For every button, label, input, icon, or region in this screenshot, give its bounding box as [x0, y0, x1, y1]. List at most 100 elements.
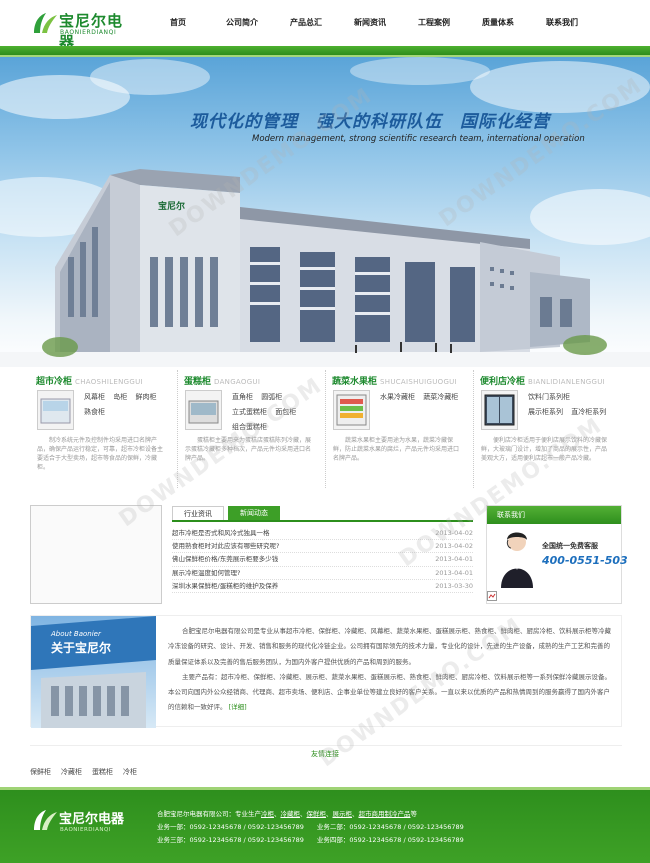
category-link[interactable]: 熟食柜: [84, 407, 105, 417]
category-link[interactable]: 饮料门系列柜: [528, 392, 570, 402]
about-heading-cn[interactable]: 关于宝尼尔: [51, 639, 111, 656]
news-date: 2013-04-01: [435, 568, 473, 577]
factory-building-image: 宝尼尔: [0, 169, 650, 367]
list-item[interactable]: 佛山保鲜柜价格/东莞展示柜要多少钱 2013-04-01: [172, 553, 473, 567]
footer-link[interactable]: 冷柜: [261, 810, 274, 818]
list-item[interactable]: 超市冷柜是否式和风冷式独具一格 2013-04-02: [172, 527, 473, 541]
news-title[interactable]: 深圳水果保鲜柜/蛋糕柜的维护及保养: [172, 580, 278, 592]
news-date: 2013-04-01: [435, 555, 473, 564]
friend-link[interactable]: 蛋糕柜: [92, 767, 113, 777]
divider: [30, 745, 622, 746]
category-cake: 蛋糕柜 DANGAOGUI 直角柜 圆弧柜 立式蛋糕柜 面包柜 组合蛋糕柜 蛋糕柜…: [178, 370, 326, 488]
site-logo[interactable]: 宝尼尔电器 BAONIERDIANQI: [32, 9, 137, 51]
glass-door-cabinet-icon: [484, 394, 515, 426]
category-image[interactable]: [481, 390, 518, 430]
leaf-logo-icon: [34, 810, 57, 830]
category-link[interactable]: 展示柜系列: [528, 407, 563, 417]
about-heading: About Baonier 关于宝尼尔: [31, 630, 156, 662]
category-description: 便利店冷柜适用于便利店展示饮料的冷藏保鲜，大玻璃门设计，增加了商品的展示性，产品…: [481, 437, 608, 462]
category-links: 水果冷藏柜 蔬菜冷藏柜: [380, 392, 470, 407]
about-section: About Baonier 关于宝尼尔 合肥宝尼尔电器有限公司是专业从事超市冷柜…: [30, 615, 622, 728]
category-title[interactable]: 蛋糕柜 DANGAOGUI: [184, 374, 319, 387]
news-tabs: 行业资讯 新闻动态: [172, 506, 473, 522]
category-image[interactable]: [37, 390, 74, 430]
category-links: 饮料门系列柜 展示柜系列 直冷柜系列: [528, 392, 618, 422]
friend-link[interactable]: 冷藏柜: [61, 767, 82, 777]
customer-service-agent-image: [501, 532, 533, 588]
category-link[interactable]: 岛柜: [113, 392, 127, 402]
footer-logo-subtext: BAONIERDIANQI: [60, 827, 111, 833]
footer-link[interactable]: 保鲜柜: [307, 810, 327, 818]
category-link[interactable]: 立式蛋糕柜: [232, 407, 267, 417]
nav-about[interactable]: 公司简介: [210, 17, 274, 28]
category-fruit-veg: 蔬菜水果柜 SHUCAISHUIGUOGUI 水果冷藏柜 蔬菜冷藏柜 蔬菜水果柜主…: [326, 370, 474, 488]
footer-link[interactable]: 超市商用制冷产品: [359, 810, 411, 818]
product-categories: 超市冷柜 CHAOSHILENGGUI 风幕柜 岛柜 鲜肉柜 熟食柜 制冷系统元件…: [30, 370, 622, 488]
category-link[interactable]: 组合蛋糕柜: [232, 422, 267, 432]
nav-contact[interactable]: 联系我们: [530, 17, 594, 28]
banner-slogan-en: Modern management, strong scientific res…: [252, 134, 585, 144]
category-title[interactable]: 蔬菜水果柜 SHUCAISHUIGUOGUI: [332, 374, 467, 387]
logo-subtext: BAONIERDIANQI: [60, 29, 117, 36]
banner-slogan: 现代化的管理 强大的科研队伍 国际化经营: [190, 112, 550, 132]
category-link[interactable]: 水果冷藏柜: [380, 392, 415, 402]
contact-box: 联系我们 全国统一免费客服 400-0551-503: [486, 505, 628, 604]
tab-company-news[interactable]: 新闻动态: [228, 506, 280, 520]
footer-link[interactable]: 冷藏柜: [281, 810, 301, 818]
broken-image-icon: [487, 591, 497, 601]
news-title[interactable]: 佛山保鲜柜价格/东莞展示柜要多少钱: [172, 553, 278, 565]
nav-quality[interactable]: 质量体系: [466, 17, 530, 28]
friend-link[interactable]: 冷柜: [123, 767, 137, 777]
category-link[interactable]: 面包柜: [275, 407, 296, 417]
category-supermarket: 超市冷柜 CHAOSHILENGGUI 风幕柜 岛柜 鲜肉柜 熟食柜 制冷系统元件…: [30, 370, 178, 488]
fruit-cabinet-icon: [336, 394, 367, 426]
category-title[interactable]: 便利店冷柜 BIANLIDIANLENGGUI: [480, 374, 616, 387]
category-link[interactable]: 风幕柜: [84, 392, 105, 402]
footer-line-1: 合肥宝尼尔电器有限公司：专业生产冷柜、冷藏柜、保鲜柜、展示柜、超市商用制冷产品等: [157, 810, 417, 818]
site-footer: 宝尼尔电器 BAONIERDIANQI 合肥宝尼尔电器有限公司：专业生产冷柜、冷…: [0, 787, 650, 863]
news-date: 2013-04-02: [435, 529, 473, 537]
nav-products[interactable]: 产品总汇: [274, 17, 338, 28]
category-links: 直角柜 圆弧柜 立式蛋糕柜 面包柜 组合蛋糕柜: [232, 392, 322, 437]
main-nav: 首页 公司简介 产品总汇 新闻资讯 工程案例 质量体系 联系我们: [146, 17, 594, 28]
friend-links: 保鲜柜 冷藏柜 蛋糕柜 冷柜: [30, 767, 147, 777]
list-item[interactable]: 使用熟食柜时对此应该有哪些研究呢? 2013-04-02: [172, 540, 473, 554]
hotline-number[interactable]: 400-0551-503: [542, 554, 628, 567]
about-paragraph: 合肥宝尼尔电器有限公司是专业从事超市冷柜、保鲜柜、冷藏柜、风幕柜、蔬菜水果柜、蛋…: [168, 627, 611, 666]
news-title[interactable]: 超市冷柜是否式和风冷式独具一格: [172, 527, 270, 539]
category-link[interactable]: 直角柜: [232, 392, 253, 402]
category-link[interactable]: 圆弧柜: [261, 392, 282, 402]
leaf-logo-icon: [34, 13, 57, 33]
category-links: 风幕柜 岛柜 鲜肉柜 熟食柜: [84, 392, 174, 422]
tab-industry-news[interactable]: 行业资讯: [172, 506, 224, 520]
footer-logo[interactable]: 宝尼尔电器 BAONIERDIANQI: [32, 808, 137, 848]
news-date: 2013-04-02: [435, 542, 473, 551]
nav-home[interactable]: 首页: [146, 17, 210, 28]
category-link[interactable]: 鲜肉柜: [135, 392, 156, 402]
image-placeholder-box: [30, 505, 162, 604]
list-item[interactable]: 展示冷柜温度如何管理? 2013-04-01: [172, 567, 473, 580]
category-link[interactable]: 直冷柜系列: [571, 407, 606, 417]
footer-logo-text: 宝尼尔电器: [59, 812, 125, 827]
hotline-label: 全国统一免费客服: [542, 542, 598, 550]
footer-link[interactable]: 展示柜: [333, 810, 353, 818]
friend-link[interactable]: 保鲜柜: [30, 767, 51, 777]
category-title[interactable]: 超市冷柜 CHAOSHILENGGUI: [36, 374, 171, 387]
category-link[interactable]: 蔬菜冷藏柜: [423, 392, 458, 402]
footer-line-3: 业务三部：0592-12345678 / 0592-123456789 业务四部…: [157, 836, 464, 844]
nav-cases[interactable]: 工程案例: [402, 17, 466, 28]
news-title[interactable]: 使用熟食柜时对此应该有哪些研究呢?: [172, 540, 279, 552]
hero-banner: 宝尼尔 现代化的管理 强大的科研队伍 国际化经营 Modern manageme…: [0, 57, 650, 367]
nav-green-bar: [0, 46, 650, 57]
read-more-link[interactable]: [详细]: [229, 703, 247, 711]
nav-news[interactable]: 新闻资讯: [338, 17, 402, 28]
footer-info: 合肥宝尼尔电器有限公司：专业生产冷柜、冷藏柜、保鲜柜、展示柜、超市商用制冷产品等…: [157, 808, 464, 847]
contact-heading[interactable]: 联系我们: [487, 506, 621, 524]
about-image: About Baonier 关于宝尼尔: [31, 616, 156, 728]
list-item[interactable]: 深圳水果保鲜柜/蛋糕柜的维护及保养 2013-03-30: [172, 580, 473, 593]
news-title[interactable]: 展示冷柜温度如何管理?: [172, 567, 240, 579]
category-image[interactable]: [185, 390, 222, 430]
about-text: 合肥宝尼尔电器有限公司是专业从事超市冷柜、保鲜柜、冷藏柜、风幕柜、蔬菜水果柜、蛋…: [168, 624, 615, 716]
category-image[interactable]: [333, 390, 370, 430]
building-sign: 宝尼尔: [158, 200, 185, 212]
